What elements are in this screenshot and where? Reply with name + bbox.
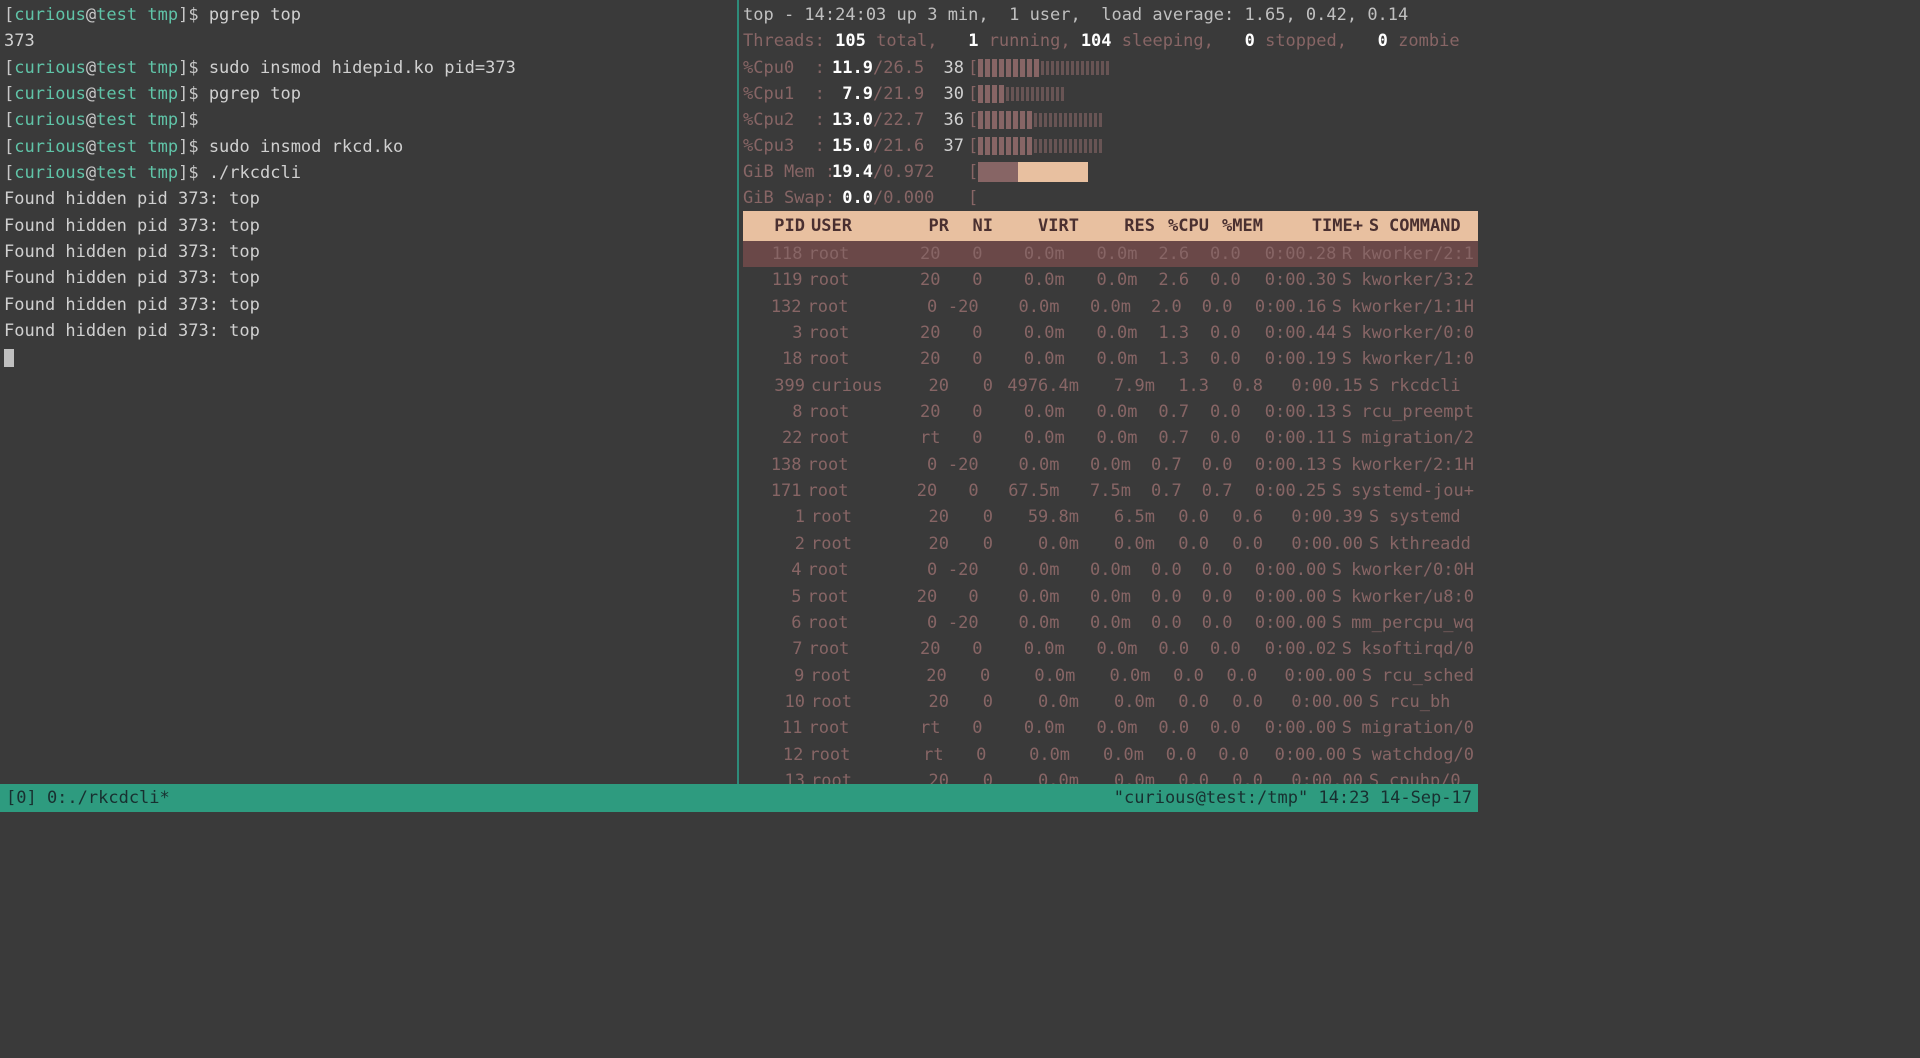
process-row[interactable]: 4root0-200.0m0.0m0.00.00:00.00Skworker/0… xyxy=(743,557,1478,583)
cpu-row: %Cpu3 :15.0/21.637[ xyxy=(743,133,1478,159)
process-row[interactable]: 171root20067.5m7.5m0.70.70:00.25Ssystemd… xyxy=(743,478,1478,504)
process-row[interactable]: 7root2000.0m0.0m0.00.00:00.02Sksoftirqd/… xyxy=(743,636,1478,662)
process-row[interactable]: 138root0-200.0m0.0m0.70.00:00.13Skworker… xyxy=(743,452,1478,478)
process-row[interactable]: 119root2000.0m0.0m2.60.00:00.30Skworker/… xyxy=(743,267,1478,293)
terminal-line: Found hidden pid 373: top xyxy=(4,213,733,239)
process-row[interactable]: 399curious2004976.4m7.9m1.30.80:00.15Srk… xyxy=(743,373,1478,399)
process-row[interactable]: 5root2000.0m0.0m0.00.00:00.00Skworker/u8… xyxy=(743,584,1478,610)
tmux-status-bar[interactable]: [0] 0:./rkcdcli* "curious@test:/tmp" 14:… xyxy=(0,784,1478,812)
tmux-status-right: "curious@test:/tmp" 14:23 14-Sep-17 xyxy=(1114,785,1472,811)
swap-row: GiB Swap:0.0/0.000[ xyxy=(743,185,1478,211)
process-row[interactable]: 118root2000.0m0.0m2.60.00:00.28Rkworker/… xyxy=(743,241,1478,267)
terminal-line: [curious@test tmp]$ sudo insmod rkcd.ko xyxy=(4,134,733,160)
terminal-line: Found hidden pid 373: top xyxy=(4,265,733,291)
process-row[interactable]: 2root2000.0m0.0m0.00.00:00.00Skthreadd xyxy=(743,531,1478,557)
process-table-header: PIDUSERPRNIVIRTRES%CPU%MEMTIME+SCOMMAND xyxy=(743,211,1478,241)
process-row[interactable]: 3root2000.0m0.0m1.30.00:00.44Skworker/0:… xyxy=(743,320,1478,346)
process-row[interactable]: 10root2000.0m0.0m0.00.00:00.00Srcu_bh xyxy=(743,689,1478,715)
terminal-right-pane[interactable]: top - 14:24:03 up 3 min, 1 user, load av… xyxy=(739,0,1478,784)
cpu-row: %Cpu1 :7.9/21.930[ xyxy=(743,81,1478,107)
terminal-line: Found hidden pid 373: top xyxy=(4,186,733,212)
process-row[interactable]: 6root0-200.0m0.0m0.00.00:00.00Smm_percpu… xyxy=(743,610,1478,636)
terminal-line: 373 xyxy=(4,28,733,54)
terminal-line: Found hidden pid 373: top xyxy=(4,239,733,265)
process-row[interactable]: 18root2000.0m0.0m1.30.00:00.19Skworker/1… xyxy=(743,346,1478,372)
mem-row: GiB Mem :19.4/0.972[ xyxy=(743,159,1478,185)
cpu-row: %Cpu0 :11.9/26.538[ xyxy=(743,55,1478,81)
terminal-line: Found hidden pid 373: top xyxy=(4,318,733,344)
process-row[interactable]: 12rootrt00.0m0.0m0.00.00:00.00Swatchdog/… xyxy=(743,742,1478,768)
top-header-line: top - 14:24:03 up 3 min, 1 user, load av… xyxy=(743,2,1478,28)
tmux-window-tab[interactable]: [0] 0:./rkcdcli* xyxy=(6,785,170,811)
process-row[interactable]: 9root2000.0m0.0m0.00.00:00.00Srcu_sched xyxy=(743,663,1478,689)
process-row[interactable]: 8root2000.0m0.0m0.70.00:00.13Srcu_preemp… xyxy=(743,399,1478,425)
process-row[interactable]: 132root0-200.0m0.0m2.00.00:00.16Skworker… xyxy=(743,294,1478,320)
terminal-line: [curious@test tmp]$ pgrep top xyxy=(4,2,733,28)
terminal-line: [curious@test tmp]$ ./rkcdcli xyxy=(4,160,733,186)
terminal-line: Found hidden pid 373: top xyxy=(4,292,733,318)
terminal-line: [curious@test tmp]$ xyxy=(4,107,733,133)
terminal-line: [curious@test tmp]$ sudo insmod hidepid.… xyxy=(4,55,733,81)
top-threads-line: Threads: 105 total, 1 running, 104 sleep… xyxy=(743,28,1478,54)
process-row[interactable]: 1root20059.8m6.5m0.00.60:00.39Ssystemd xyxy=(743,504,1478,530)
terminal-line: [curious@test tmp]$ pgrep top xyxy=(4,81,733,107)
cpu-row: %Cpu2 :13.0/22.736[ xyxy=(743,107,1478,133)
terminal-left-pane[interactable]: [curious@test tmp]$ pgrep top373[curious… xyxy=(0,0,739,784)
process-row[interactable]: 22rootrt00.0m0.0m0.70.00:00.11Smigration… xyxy=(743,425,1478,451)
cursor-icon xyxy=(4,349,14,367)
process-row[interactable]: 11rootrt00.0m0.0m0.00.00:00.00Smigration… xyxy=(743,715,1478,741)
